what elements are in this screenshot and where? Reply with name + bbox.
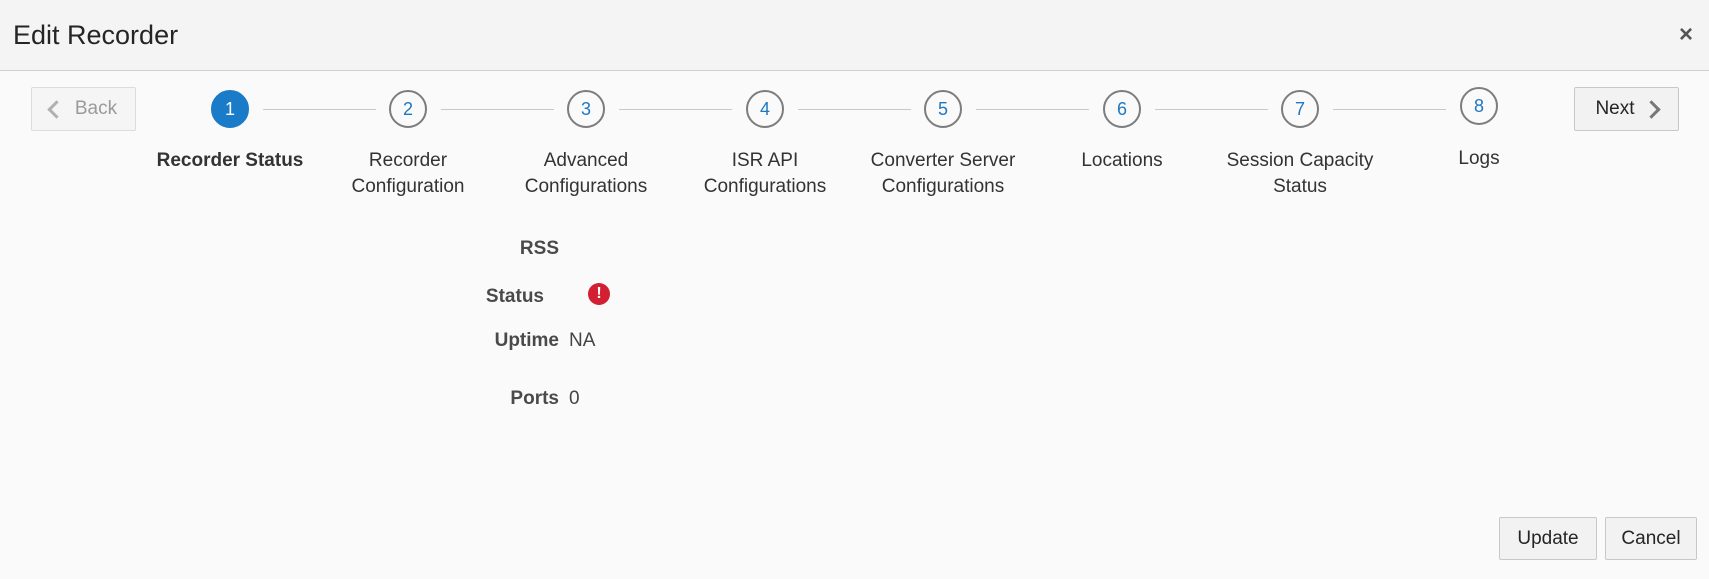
back-button[interactable]: Back (31, 87, 136, 131)
step-7-label[interactable]: Session Capacity Status (1215, 148, 1385, 200)
step-7-circle[interactable]: 7 (1281, 90, 1319, 128)
chevron-right-icon (1641, 99, 1661, 119)
step-6-label[interactable]: Locations (1037, 148, 1207, 174)
step-1-circle[interactable]: 1 (211, 90, 249, 128)
step-6-circle[interactable]: 6 (1103, 90, 1141, 128)
chevron-left-icon (47, 99, 66, 119)
cancel-button[interactable]: Cancel (1605, 517, 1697, 560)
step-8-circle[interactable]: 8 (1460, 87, 1498, 125)
error-icon: ! (588, 283, 610, 305)
step-4-label[interactable]: ISR API Configurations (680, 148, 850, 200)
step-connector (1155, 109, 1268, 110)
step-connector (441, 109, 554, 110)
update-button[interactable]: Update (1499, 517, 1597, 560)
step-connector (619, 109, 732, 110)
step-5-circle[interactable]: 5 (924, 90, 962, 128)
step-connector (798, 109, 911, 110)
uptime-label: Uptime (494, 330, 559, 351)
step-5-label[interactable]: Converter Server Configurations (858, 148, 1028, 200)
dialog-title: Edit Recorder (13, 20, 179, 50)
ports-value: 0 (569, 388, 580, 409)
back-button-label: Back (74, 98, 118, 119)
status-label: Status (485, 286, 544, 307)
ports-label: Ports (510, 388, 559, 409)
step-connector (976, 109, 1089, 110)
next-button-label: Next (1595, 98, 1635, 119)
rss-section-label: RSS (519, 238, 559, 259)
next-button[interactable]: Next (1574, 87, 1679, 131)
step-connector (263, 109, 376, 110)
step-8-label[interactable]: Logs (1394, 146, 1564, 172)
step-1-label[interactable]: Recorder Status (145, 148, 315, 174)
uptime-value: NA (569, 330, 596, 351)
step-3-circle[interactable]: 3 (567, 90, 605, 128)
step-2-circle[interactable]: 2 (389, 90, 427, 128)
step-connector (1333, 109, 1446, 110)
step-3-label[interactable]: Advanced Configurations (501, 148, 671, 200)
step-4-circle[interactable]: 4 (746, 90, 784, 128)
step-2-label[interactable]: Recorder Configuration (323, 148, 493, 200)
dialog-header: Edit Recorder × (0, 0, 1709, 71)
close-icon[interactable]: × (1673, 22, 1699, 48)
